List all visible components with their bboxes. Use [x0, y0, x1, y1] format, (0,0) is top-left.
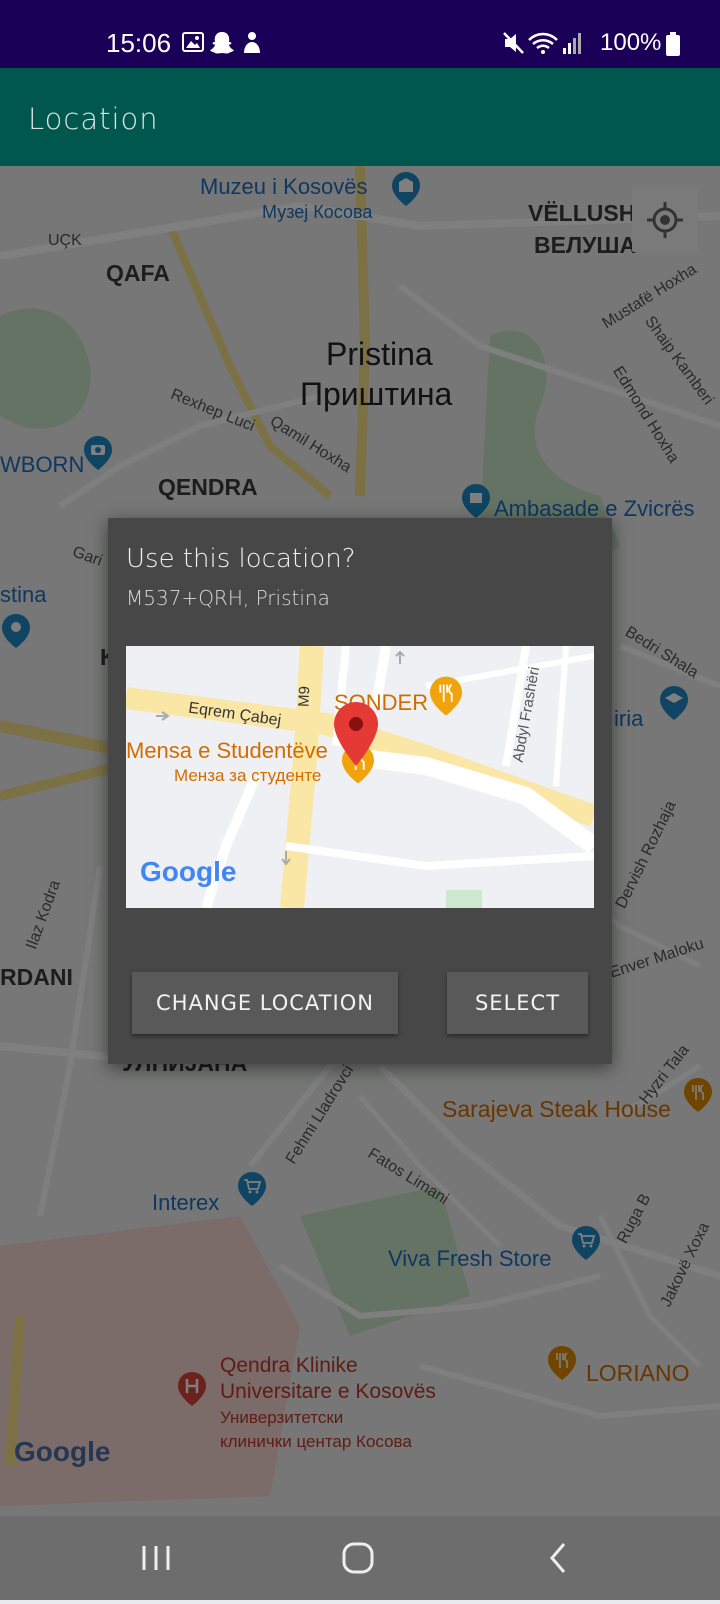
recents-icon: [142, 1546, 170, 1570]
signal-icon: [563, 33, 581, 54]
status-right-icons: [503, 32, 581, 54]
home-button[interactable]: [308, 1516, 408, 1600]
change-location-button[interactable]: CHANGE LOCATION: [132, 972, 398, 1034]
location-dialog: Use this location? M537+QRH, Pristina SO…: [108, 518, 612, 1064]
back-button[interactable]: [508, 1516, 608, 1600]
battery-percentage: 100%: [600, 29, 662, 56]
status-left-icons: [182, 32, 260, 54]
page-title: Location: [28, 102, 159, 136]
gallery-icon: [182, 32, 204, 52]
google-logo: Google: [140, 856, 237, 887]
snapchat-icon: [210, 32, 234, 54]
poi-label: Mensa e Studentëve: [126, 738, 328, 763]
road-label: M9: [295, 685, 314, 708]
wifi-icon: [528, 32, 558, 54]
app-bar: Location: [0, 68, 720, 166]
restaurant-pin-icon: [430, 676, 462, 716]
select-button[interactable]: SELECT: [447, 972, 588, 1034]
poi-label: Менза за студенте: [174, 766, 322, 785]
notification-app-icon: [244, 32, 260, 53]
dialog-subtitle: M537+QRH, Pristina: [126, 586, 330, 610]
home-icon: [342, 1542, 374, 1574]
my-location-button[interactable]: [632, 188, 698, 252]
selected-location-marker-icon: [334, 702, 378, 766]
back-icon: [550, 1543, 566, 1573]
location-preview-map[interactable]: SONDER Eqrem Çabej M9 Abdyl Frashëri Men…: [126, 646, 594, 908]
recents-button[interactable]: [106, 1516, 206, 1600]
mute-icon: [503, 32, 524, 54]
status-time: 15:06: [106, 28, 172, 58]
status-bar: 15:06 100%: [0, 0, 720, 68]
dialog-title: Use this location?: [126, 544, 356, 574]
crosshair-icon: [647, 202, 683, 238]
navigation-bar: [0, 1516, 720, 1600]
battery-icon: [666, 32, 680, 56]
